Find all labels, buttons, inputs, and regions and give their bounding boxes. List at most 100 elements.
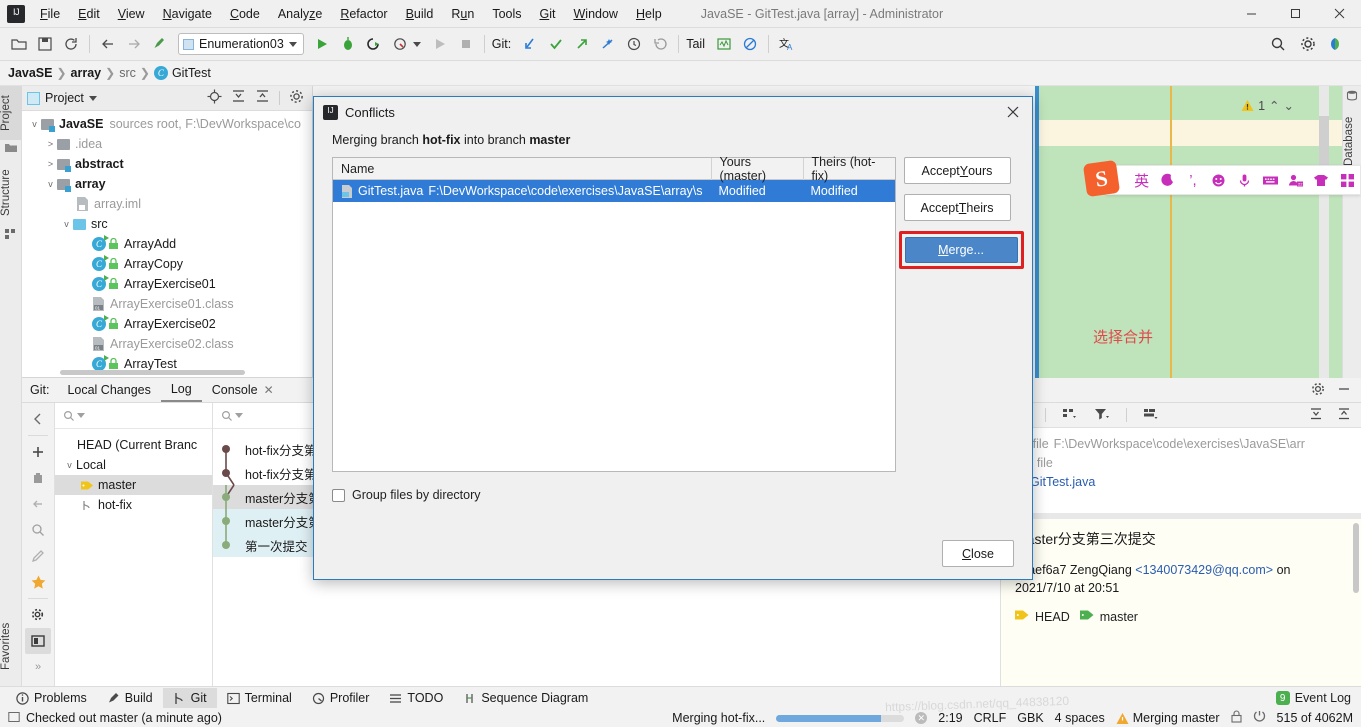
group-by-icon[interactable] (1062, 407, 1078, 424)
add-icon[interactable] (25, 439, 51, 465)
indent-setting[interactable]: 4 spaces (1055, 711, 1105, 725)
open-project-icon[interactable] (6, 32, 32, 56)
sidebar-item-project[interactable]: Project (0, 86, 22, 140)
sogou-ime-toolbar[interactable]: S 英 ’, 22 (1082, 159, 1361, 198)
git-push-icon[interactable] (569, 32, 595, 56)
run-icon[interactable] (309, 32, 335, 56)
menu-git[interactable]: Git (531, 3, 565, 25)
merge-icon[interactable] (25, 491, 51, 517)
close-icon[interactable] (1317, 0, 1361, 28)
bottom-tab-profiler[interactable]: Profiler (302, 688, 380, 708)
search-icon[interactable] (1265, 32, 1291, 56)
favorite-star-icon[interactable] (25, 569, 51, 595)
expand-all-icon[interactable] (231, 89, 246, 107)
commit-email[interactable]: <1340073429@qq.com> (1135, 563, 1273, 577)
sogou-logo-icon[interactable]: S (1082, 159, 1121, 198)
column-header-theirs[interactable]: Theirs (hot-fix) (802, 155, 895, 183)
lock-icon[interactable] (1230, 710, 1242, 726)
column-header-name[interactable]: Name (333, 158, 711, 180)
changed-files-row[interactable]: rc 1 file (1011, 453, 1351, 472)
more-icon[interactable]: » (25, 654, 51, 680)
translate-icon[interactable]: 文A (774, 32, 800, 56)
changed-files-row[interactable]: y 1 file F:\DevWorkspace\code\exercises\… (1011, 434, 1351, 453)
collapse-all-icon[interactable] (255, 89, 270, 107)
git-commit-icon[interactable] (543, 32, 569, 56)
tree-node-src[interactable]: v src (22, 214, 312, 234)
chevron-right-icon[interactable]: > (44, 159, 57, 169)
sidebar-item-favorites[interactable]: Favorites (0, 611, 22, 681)
user-avatar-icon[interactable] (1325, 32, 1351, 56)
chevron-down-icon[interactable]: v (44, 179, 57, 189)
sidebar-item-structure[interactable]: Structure (0, 160, 22, 226)
dialog-close-icon[interactable] (1000, 99, 1026, 125)
gear-icon[interactable] (1311, 382, 1325, 399)
column-header-yours[interactable]: Yours (master) (710, 155, 803, 183)
event-log-widget[interactable]: 9 Event Log (1275, 691, 1361, 705)
details-scrollbar[interactable] (1353, 523, 1359, 593)
expand-all-icon[interactable] (1309, 407, 1323, 424)
code-editor[interactable]: 1 ⌃ ⌄ 选择合并 (1035, 86, 1342, 378)
tree-node-array[interactable]: v array (22, 174, 312, 194)
block-icon[interactable] (737, 32, 763, 56)
search-icon[interactable] (25, 517, 51, 543)
ime-skin-icon[interactable] (1309, 165, 1335, 195)
forward-icon[interactable] (121, 32, 147, 56)
event-log-label[interactable]: Event Log (1295, 691, 1351, 705)
branch-search[interactable] (55, 403, 212, 429)
bottom-tab-problems[interactable]: Problems (6, 688, 97, 708)
memory-indicator[interactable]: 515 of 4062M (1277, 711, 1353, 725)
caret-position[interactable]: 2:19 (938, 711, 962, 725)
ime-account-icon[interactable]: 22 (1283, 165, 1309, 195)
menu-tools[interactable]: Tools (483, 3, 530, 25)
history-icon[interactable] (621, 32, 647, 56)
prev-warning-icon[interactable]: ⌃ (1269, 98, 1279, 113)
close-button[interactable]: Close (942, 540, 1014, 567)
breadcrumb-item-2[interactable]: src (119, 66, 136, 80)
cancel-progress-icon[interactable]: ✕ (915, 712, 928, 724)
maximize-icon[interactable] (1273, 0, 1317, 28)
gear-icon[interactable] (289, 89, 304, 107)
group-files-checkbox[interactable] (332, 488, 345, 502)
group-files-checkbox-row[interactable]: Group files by directory (314, 472, 1032, 502)
branch-item-head[interactable]: HEAD (Current Branc (55, 435, 212, 455)
sync-icon[interactable] (58, 32, 84, 56)
view-options-icon[interactable] (1143, 407, 1159, 424)
monitor-icon[interactable] (711, 32, 737, 56)
menu-run[interactable]: Run (442, 3, 483, 25)
menu-build[interactable]: Build (397, 3, 443, 25)
tree-node-arraycopy[interactable]: C ArrayCopy (22, 254, 312, 274)
profile-icon[interactable] (387, 32, 413, 56)
line-separator[interactable]: CRLF (974, 711, 1007, 725)
chevron-down-icon[interactable] (88, 95, 97, 101)
table-row[interactable]: GitTest.java F:\DevWorkspace\code\exerci… (333, 180, 895, 202)
debug-icon[interactable] (335, 32, 361, 56)
tree-node-arrayadd[interactable]: C ArrayAdd (22, 234, 312, 254)
chevron-down-icon[interactable]: v (28, 119, 41, 129)
gear-icon[interactable] (1295, 32, 1321, 56)
menu-window[interactable]: Window (564, 3, 626, 25)
bottom-tab-terminal[interactable]: Terminal (217, 688, 302, 708)
horizontal-scrollbar[interactable] (60, 370, 245, 375)
bottom-tab-sequence-diagram[interactable]: Sequence Diagram (453, 688, 598, 708)
menu-file[interactable]: File (31, 3, 69, 25)
menu-help[interactable]: Help (627, 3, 671, 25)
back-icon[interactable] (95, 32, 121, 56)
accept-theirs-button[interactable]: Accept Theirs (903, 194, 1011, 221)
tail-label[interactable]: Tail (686, 37, 705, 51)
inspection-widget[interactable]: 1 ⌃ ⌄ (1241, 98, 1294, 113)
save-all-icon[interactable] (32, 32, 58, 56)
merge-button[interactable]: Merge... (904, 237, 1018, 263)
tree-node-arrayexercise02[interactable]: C ArrayExercise02 (22, 314, 312, 334)
tree-node-javase[interactable]: v JavaSE sources root, F:\DevWorkspace\c… (22, 114, 312, 134)
tab-log[interactable]: Log (160, 378, 202, 402)
ime-emoji-icon[interactable] (1206, 165, 1232, 195)
close-tab-icon[interactable]: ✕ (264, 383, 280, 397)
ime-keyboard-icon[interactable] (1257, 165, 1283, 195)
tree-node-idea[interactable]: > .idea (22, 134, 312, 154)
filter-icon[interactable] (1094, 407, 1110, 424)
run-coverage-icon[interactable] (361, 32, 387, 56)
changed-file-item[interactable]: GitTest.java (1011, 472, 1351, 491)
delete-icon[interactable] (25, 465, 51, 491)
collapse-panel-icon[interactable] (25, 406, 51, 432)
accept-yours-button[interactable]: Accept Yours (903, 157, 1011, 184)
